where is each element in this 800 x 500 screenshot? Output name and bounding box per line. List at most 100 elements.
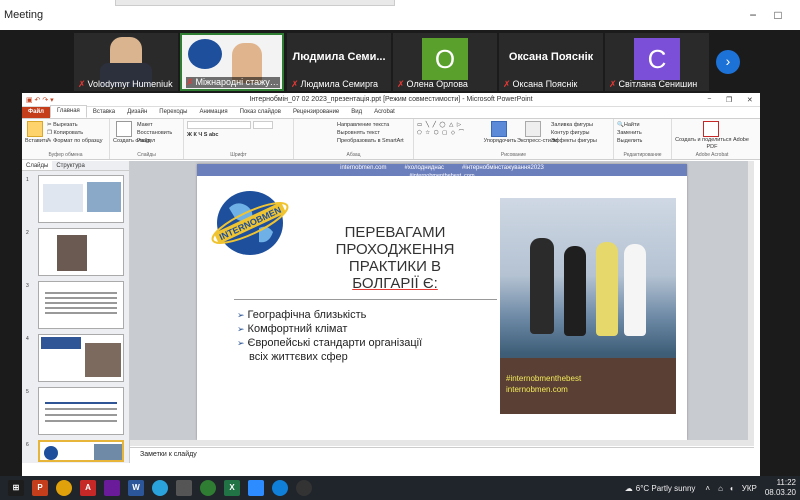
ppt-minimize-button[interactable]: −: [707, 96, 711, 104]
ribbon-home: Вставить ✂ Вырезать ❐ Копировать ✎ Форма…: [22, 119, 760, 160]
align-text-button[interactable]: Выровнять текст: [297, 129, 410, 137]
smartart-button[interactable]: Преобразовать в SmartArt: [297, 137, 410, 145]
quick-access-toolbar[interactable]: ▣ ↶ ↷ ▾: [22, 96, 82, 104]
slide-photo: #internobmenthebest internobmen.com: [500, 198, 676, 414]
shapes-gallery[interactable]: ▭ ╲ ╱ ◯ △ ▷ ⬠ ☆ ⬡ ▢ ◇ ⌒: [417, 121, 483, 137]
font-name-select[interactable]: [187, 121, 251, 129]
new-slide-button[interactable]: Создать слайд: [113, 121, 151, 145]
network-icon[interactable]: ⌂: [718, 484, 723, 493]
quick-styles-button[interactable]: Экспресс-стили: [517, 121, 557, 145]
participants-strip: ✗Volodymyr Humeniuk ✗Міжнародні стажуван…: [0, 30, 800, 92]
ppt-close-button[interactable]: ✕: [747, 96, 753, 104]
arrange-button[interactable]: Упорядочить: [483, 121, 517, 145]
weather-icon: ☁: [624, 483, 633, 493]
list-item: ➢ Географічна близькість: [237, 309, 367, 321]
ppt-window-controls: − ❐ ✕: [700, 96, 760, 104]
slide-thumbnail[interactable]: 1: [24, 175, 124, 225]
participant-tile[interactable]: Людмила Семи... ✗ Людмила Семирга: [287, 33, 391, 91]
current-slide[interactable]: internobmen.com #холодниднас #інтернобмі…: [197, 164, 687, 440]
slide-number: 6: [26, 442, 29, 448]
group-label: Adobe Acrobat: [695, 152, 729, 158]
tab-outline[interactable]: Структура: [52, 161, 88, 170]
bullet-arrow-icon: ➢: [237, 310, 245, 320]
obs-icon[interactable]: [296, 480, 312, 496]
participant-name: ✗ Світлана Сенишин: [609, 79, 698, 89]
participant-tile[interactable]: C ✗ Світлана Сенишин: [605, 33, 709, 91]
find-button[interactable]: 🔍Найти: [617, 121, 668, 129]
browser-icon[interactable]: [56, 480, 72, 496]
tab-file[interactable]: Файл: [22, 107, 50, 118]
tab-slides[interactable]: Слайды: [22, 161, 53, 170]
participant-tile-active[interactable]: ✗Міжнародні стажування...: [180, 33, 284, 91]
slide-thumbnail[interactable]: 3: [24, 281, 124, 331]
slide-thumb-image: [38, 175, 124, 223]
ppt-title-bar: ▣ ↶ ↷ ▾ Інтернобмін_07 02 2023_презентац…: [22, 93, 760, 107]
weather-status[interactable]: 6°C Partly sunny: [636, 484, 696, 493]
group-drawing: ▭ ╲ ╱ ◯ △ ▷ ⬠ ☆ ⬡ ▢ ◇ ⌒ Упорядочить Экспр…: [414, 119, 614, 159]
powerpoint-window: ▣ ↶ ↷ ▾ Інтернобмін_07 02 2023_презентац…: [22, 93, 760, 476]
tab-animation[interactable]: Анимация: [193, 107, 233, 118]
horizontal-scrollbar[interactable]: [130, 440, 754, 446]
slide-thumbnail[interactable]: 2: [24, 228, 124, 278]
paste-button[interactable]: Вставить: [25, 121, 48, 145]
group-editing: 🔍Найти Заменить Выделить Редактирование: [614, 119, 672, 159]
meeting-title-bar: Meeting − □: [0, 0, 800, 30]
zoom-icon[interactable]: [248, 480, 264, 496]
group-label: Абзац: [346, 152, 361, 158]
tab-home[interactable]: Главная: [49, 105, 87, 118]
pdf-icon[interactable]: A: [80, 480, 96, 496]
select-button[interactable]: Выделить: [617, 137, 668, 145]
group-clipboard: Вставить ✂ Вырезать ❐ Копировать ✎ Форма…: [22, 119, 110, 159]
taskbar: ⊞ P A W X ☁ 6°C Partly sunny ˄ ⌂ ◖ УКР 1…: [0, 476, 800, 500]
archive-icon[interactable]: [104, 480, 120, 496]
notes-field[interactable]: Заметки к слайду: [130, 447, 754, 463]
participant-tile[interactable]: Оксана Пояснік ✗ Оксана Пояснік: [499, 33, 603, 91]
slide-thumb-image: [38, 387, 124, 435]
ribbon-tabs: Файл Главная Вставка Дизайн Переходы Ани…: [22, 105, 760, 119]
group-font: Ж К Ч S abc Шрифт: [184, 119, 294, 159]
participant-name: ✗ Volodymyr Humeniuk: [78, 79, 173, 89]
chrome-icon[interactable]: [200, 480, 216, 496]
calculator-icon[interactable]: [176, 480, 192, 496]
search-icon: 🔍: [617, 122, 624, 128]
maximize-button[interactable]: □: [770, 8, 786, 22]
tab-transitions[interactable]: Переходы: [153, 107, 193, 118]
tray-chevron-icon[interactable]: ˄: [705, 484, 710, 493]
next-participants-button[interactable]: ›: [716, 50, 740, 74]
excel-icon[interactable]: X: [224, 480, 240, 496]
group-acrobat: Создать и поделиться Adobe PDF Adobe Acr…: [672, 119, 752, 159]
edge-icon[interactable]: [272, 480, 288, 496]
slide-thumbnail-current[interactable]: 6: [24, 440, 124, 462]
tab-insert[interactable]: Вставка: [87, 107, 121, 118]
language-indicator[interactable]: УКР: [742, 484, 757, 493]
minimize-button[interactable]: −: [745, 8, 761, 22]
volume-icon[interactable]: ◖: [729, 484, 734, 493]
replace-button[interactable]: Заменить: [617, 129, 668, 137]
slide-thumb-image: [38, 334, 124, 382]
windows-start-icon[interactable]: ⊞: [8, 480, 24, 496]
participant-tile[interactable]: O ✗ Олена Орлова: [393, 33, 497, 91]
participant-display-name: Оксана Пояснік: [508, 51, 594, 63]
telegram-icon[interactable]: [152, 480, 168, 496]
slide-thumbnail[interactable]: 4: [24, 334, 124, 384]
vertical-scrollbar[interactable]: [748, 161, 754, 446]
ppt-restore-button[interactable]: ❐: [726, 96, 732, 104]
group-label: Редактирование: [623, 152, 662, 158]
slide-thumbnail[interactable]: 5: [24, 387, 124, 437]
participant-tile[interactable]: ✗ Volodymyr Humeniuk: [74, 33, 178, 91]
font-size-select[interactable]: [252, 121, 273, 129]
tab-slideshow[interactable]: Показ слайдов: [234, 107, 287, 118]
tab-view[interactable]: Вид: [345, 107, 368, 118]
clock[interactable]: 11:22 08.03.20: [765, 478, 800, 498]
tab-review[interactable]: Рецензирование: [287, 107, 345, 118]
create-pdf-button[interactable]: Создать и поделиться Adobe PDF: [675, 121, 749, 151]
text-direction-button[interactable]: Направление текста: [297, 121, 410, 129]
word-icon[interactable]: W: [128, 480, 144, 496]
meeting-tab-strip: [115, 0, 395, 6]
font-format-buttons[interactable]: Ж К Ч S abc: [187, 131, 290, 139]
tab-design[interactable]: Дизайн: [121, 107, 153, 118]
slide-editor[interactable]: internobmen.com #холодниднас #інтернобмі…: [130, 161, 754, 446]
tab-acrobat[interactable]: Acrobat: [368, 107, 401, 118]
mic-muted-icon: ✗: [609, 79, 617, 89]
powerpoint-icon[interactable]: P: [32, 480, 48, 496]
